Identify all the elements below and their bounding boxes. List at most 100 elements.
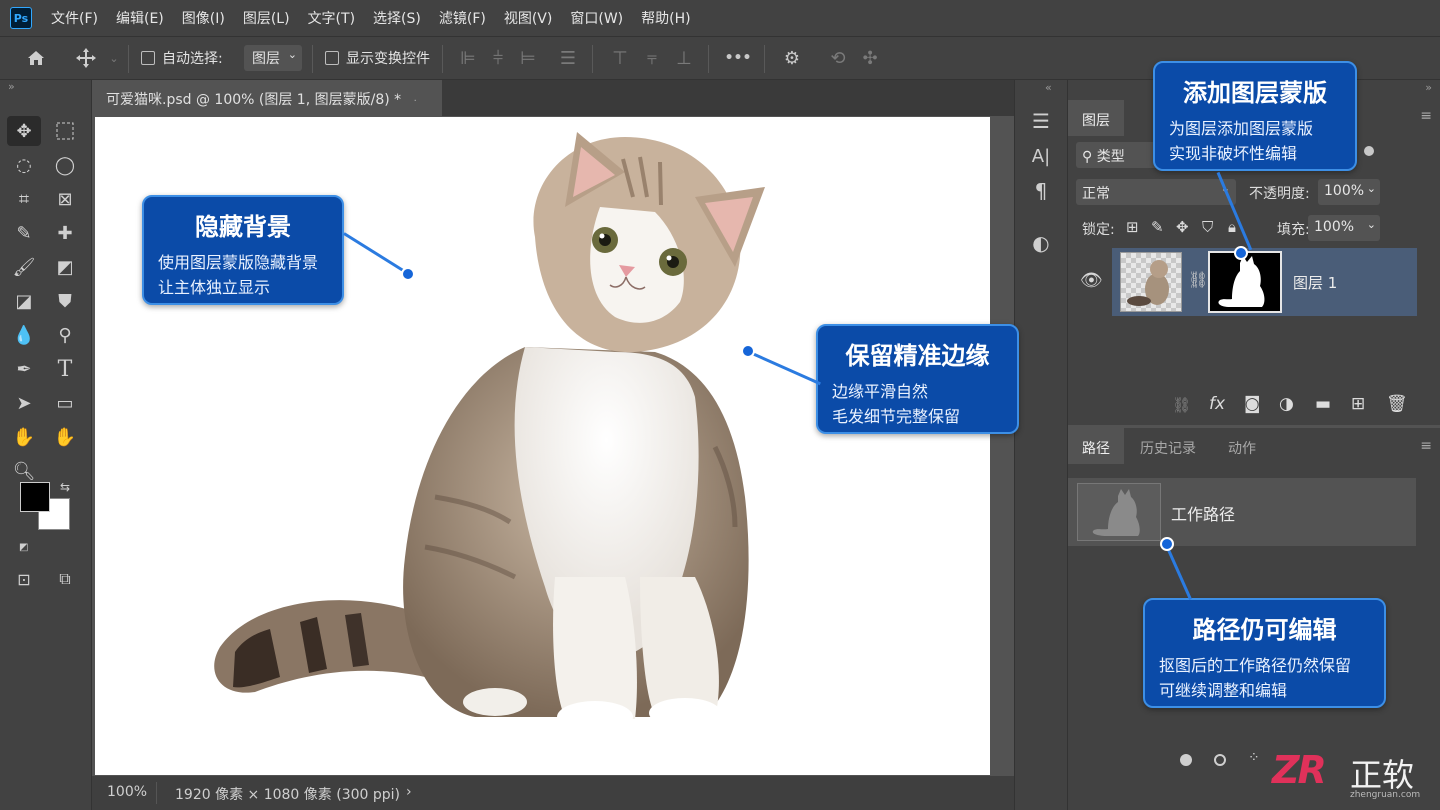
rotate-view-tool-icon[interactable]: ✋ [48,422,82,452]
collapse-icon[interactable]: » [8,80,15,93]
close-icon[interactable]: · [414,96,417,107]
trash-icon[interactable]: 🗑︎ [1386,394,1408,414]
align-center-icon[interactable]: ⫩ [486,46,510,70]
menu-help[interactable]: 帮助(H) [632,8,699,28]
blend-mode-value: 正常 [1082,186,1110,202]
layer-mask-thumbnail[interactable] [1208,251,1282,313]
lock-all-icon[interactable]: 🔒︎ [1228,218,1236,236]
link-layers-icon[interactable]: ⛓ [1172,396,1191,414]
fill-input[interactable]: 100% ⌄ [1308,215,1380,241]
gear-icon[interactable]: ⚙ [780,46,804,70]
callout-precise-edge: 保留精准边缘 边缘平滑自然 毛发细节完整保留 [816,324,1019,434]
lock-artboard-icon[interactable]: ⛉ [1202,218,1213,236]
lock-transparency-icon[interactable]: ⊞ [1126,218,1139,236]
fill-path-icon[interactable] [1180,754,1192,766]
crop-tool-icon[interactable]: ⌗ [7,184,41,214]
document-tab[interactable]: 可爱猫咪.psd @ 100% (图层 1, 图层蒙版/8) * · [92,80,442,116]
align-right-icon[interactable]: ⊨ [516,46,540,70]
menu-select[interactable]: 选择(S) [364,8,430,28]
foreground-color-swatch[interactable] [20,482,50,512]
layer-name[interactable]: 图层 1 [1293,272,1337,293]
status-menu-arrow[interactable]: › [406,784,412,800]
visibility-eye-icon[interactable]: 👁︎ [1080,270,1103,291]
lock-position-icon[interactable]: ✥ [1176,218,1189,236]
align-left-icon[interactable]: ⊫ [456,46,480,70]
menu-edit[interactable]: 编辑(E) [107,8,173,28]
dodge-tool-icon[interactable]: ⚲ [48,320,82,350]
lasso-tool-icon[interactable]: ◯ [48,150,82,180]
rotate-3d-icon[interactable]: ⟲ [826,46,850,70]
fx-icon[interactable]: fx [1209,394,1225,414]
menu-filter[interactable]: 滤镜(F) [430,8,495,28]
screen-mode-icon[interactable]: ⧉ [48,564,82,594]
new-group-icon[interactable]: ▬ [1315,394,1331,414]
frame-tool-icon[interactable]: ⊠ [48,184,82,214]
rectangle-tool-icon[interactable]: ▭ [48,388,82,418]
link-icon[interactable]: ⛓ [1188,270,1208,289]
brush-tool-icon[interactable]: 🖌 [7,252,41,282]
character-panel-icon[interactable]: A| [1028,143,1054,169]
lasso-select-tool-icon[interactable]: ◌ [7,150,41,180]
chevron-down-icon[interactable]: ⌄ [102,46,126,70]
auto-select-dropdown[interactable]: 图层 ⌄ [244,45,302,71]
opacity-input[interactable]: 100% ⌄ [1318,179,1380,205]
pan-3d-icon[interactable]: ✣ [858,46,882,70]
align-middle-icon[interactable]: ⫧ [640,46,664,70]
default-colors-icon[interactable]: ◩ [19,542,28,553]
lock-pixels-icon[interactable]: ✎ [1151,218,1164,236]
menu-file[interactable]: 文件(F) [42,8,107,28]
distribute-icon[interactable]: ☰ [556,46,580,70]
eraser-tool-icon[interactable]: ◩ [48,252,82,282]
paragraph-panel-icon[interactable]: ¶ [1028,178,1054,204]
adjustment-layer-icon[interactable]: ◑ [1279,394,1294,414]
tab-layers[interactable]: 图层 [1068,100,1124,136]
eyedropper-tool-icon[interactable]: ✎ [7,218,41,248]
menu-image[interactable]: 图像(I) [173,8,234,28]
hand-tool-icon[interactable]: ✋ [7,422,41,452]
panel-menu-icon[interactable]: ≡ [1420,108,1432,124]
healing-brush-tool-icon[interactable]: ✚ [48,218,82,248]
layer-row[interactable]: ⛓ 图层 1 [1112,248,1417,316]
path-thumbnail[interactable] [1077,483,1161,541]
new-layer-icon[interactable]: ⊞ [1351,394,1365,414]
adjustments-panel-icon[interactable]: ◐ [1028,230,1054,256]
move-tool-icon[interactable] [74,46,98,70]
panel-menu-icon[interactable]: ≡ [1420,438,1432,454]
path-row[interactable]: 工作路径 [1068,478,1416,546]
more-options-icon[interactable]: ••• [725,46,752,70]
tab-paths[interactable]: 路径 [1068,428,1124,464]
menu-view[interactable]: 视图(V) [495,8,562,28]
tab-history[interactable]: 历史记录 [1126,428,1210,464]
layer-thumbnail[interactable] [1120,252,1182,312]
menu-type[interactable]: 文字(T) [299,8,364,28]
load-selection-icon[interactable]: ⁘ [1248,750,1260,766]
type-tool-icon[interactable]: T [48,354,82,384]
align-top-icon[interactable]: ⊤ [608,46,632,70]
menu-layer[interactable]: 图层(L) [234,8,299,28]
clone-stamp-tool-icon[interactable]: ◪ [7,286,41,316]
add-mask-icon[interactable]: ◙ [1244,394,1261,414]
path-name[interactable]: 工作路径 [1171,501,1235,525]
auto-select-checkbox[interactable] [141,51,155,65]
quick-mask-icon[interactable]: ⊡ [7,564,41,594]
pen-tool-icon[interactable]: ✒ [7,354,41,384]
blend-mode-dropdown[interactable]: 正常 ⌄ [1076,179,1236,205]
collapse-icon[interactable]: » [1425,81,1432,94]
paint-bucket-tool-icon[interactable]: ⛊ [48,286,82,316]
stroke-path-icon[interactable] [1214,754,1226,766]
blur-tool-icon[interactable]: 💧 [7,320,41,350]
path-selection-tool-icon[interactable]: ➤ [7,388,41,418]
zoom-level[interactable]: 100% [107,784,147,800]
marquee-tool-icon[interactable] [48,116,82,146]
layer-filter-label: 类型 [1096,149,1125,165]
filter-toggle-icon[interactable] [1364,146,1374,156]
home-icon[interactable] [24,46,48,70]
align-bottom-icon[interactable]: ⊥ [672,46,696,70]
history-panel-icon[interactable]: ☰ [1028,108,1054,134]
show-transform-checkbox[interactable] [325,51,339,65]
menu-window[interactable]: 窗口(W) [561,8,632,28]
swap-colors-icon[interactable]: ⇆ [60,480,70,494]
move-tool-icon[interactable]: ✥ [7,116,41,146]
tab-actions[interactable]: 动作 [1214,428,1270,464]
collapse-icon[interactable]: « [1045,81,1052,94]
